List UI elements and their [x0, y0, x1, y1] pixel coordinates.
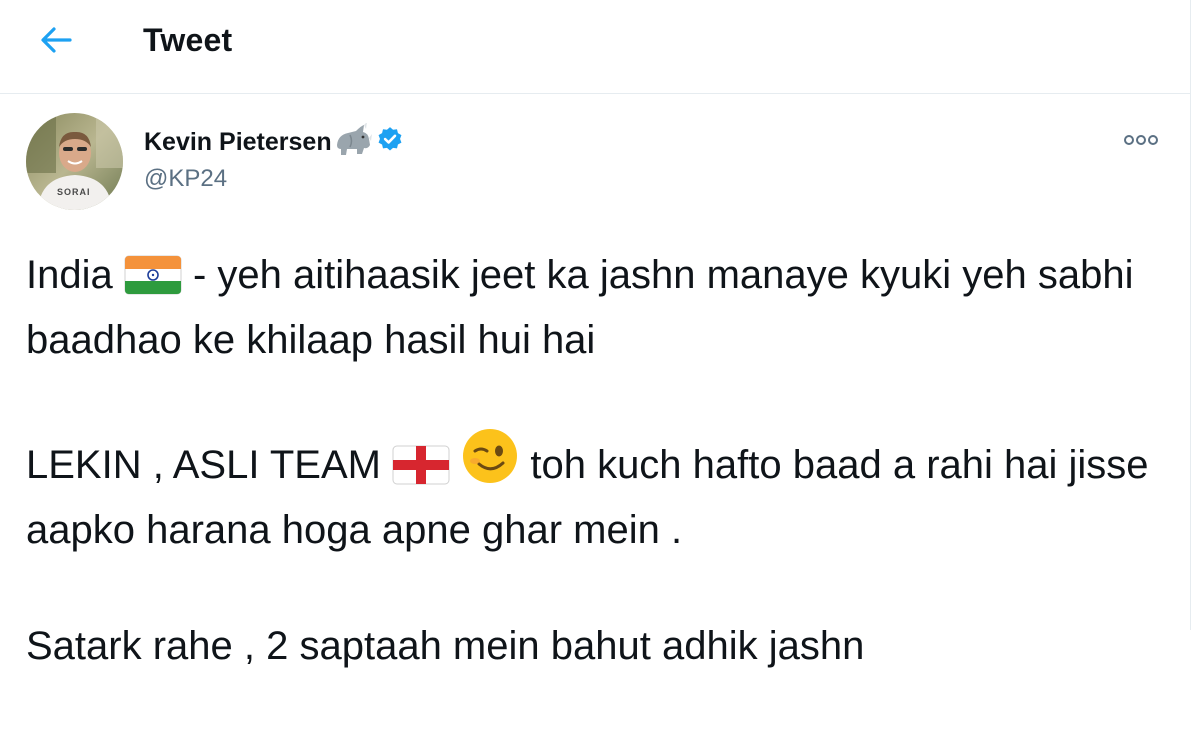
tweet-text-segment: LEKIN , ASLI TEAM [26, 443, 381, 487]
tweet-text-segment: India [26, 253, 113, 297]
tweet-paragraph: Satark rahe , 2 saptaah mein bahut adhik… [26, 624, 865, 668]
winking-face-emoji [461, 427, 519, 501]
tweet-text-segment: - yeh aitihaasik jeet ka jashn manaye ky… [26, 253, 1134, 362]
avatar[interactable]: SORAI [26, 113, 123, 210]
tweet-body: India - yeh aitihaasik jeet ka jashn man… [26, 246, 1176, 733]
back-button[interactable] [34, 22, 78, 58]
author-name-row[interactable]: Kevin Pietersen [144, 121, 404, 162]
india-flag-emoji [124, 253, 182, 311]
author-handle[interactable]: @KP24 [144, 165, 227, 193]
author-display-name[interactable]: Kevin Pietersen [144, 128, 332, 157]
rhino-emoji [334, 121, 372, 162]
tweet-paragraph: LEKIN , ASLI TEAM toh kuch hafto baad a … [26, 427, 1176, 559]
tweet-paragraph: India - yeh aitihaasik jeet ka jashn man… [26, 246, 1176, 369]
column-divider [1190, 0, 1191, 630]
more-horizontal-icon [1124, 135, 1158, 145]
arrow-left-icon [41, 27, 72, 53]
more-options-button[interactable] [1120, 128, 1162, 152]
verified-badge-icon [376, 126, 404, 159]
england-flag-emoji [392, 443, 450, 501]
svg-text:SORAI: SORAI [57, 187, 91, 197]
page-title: Tweet [143, 22, 233, 58]
top-bar: Tweet [0, 0, 1190, 94]
